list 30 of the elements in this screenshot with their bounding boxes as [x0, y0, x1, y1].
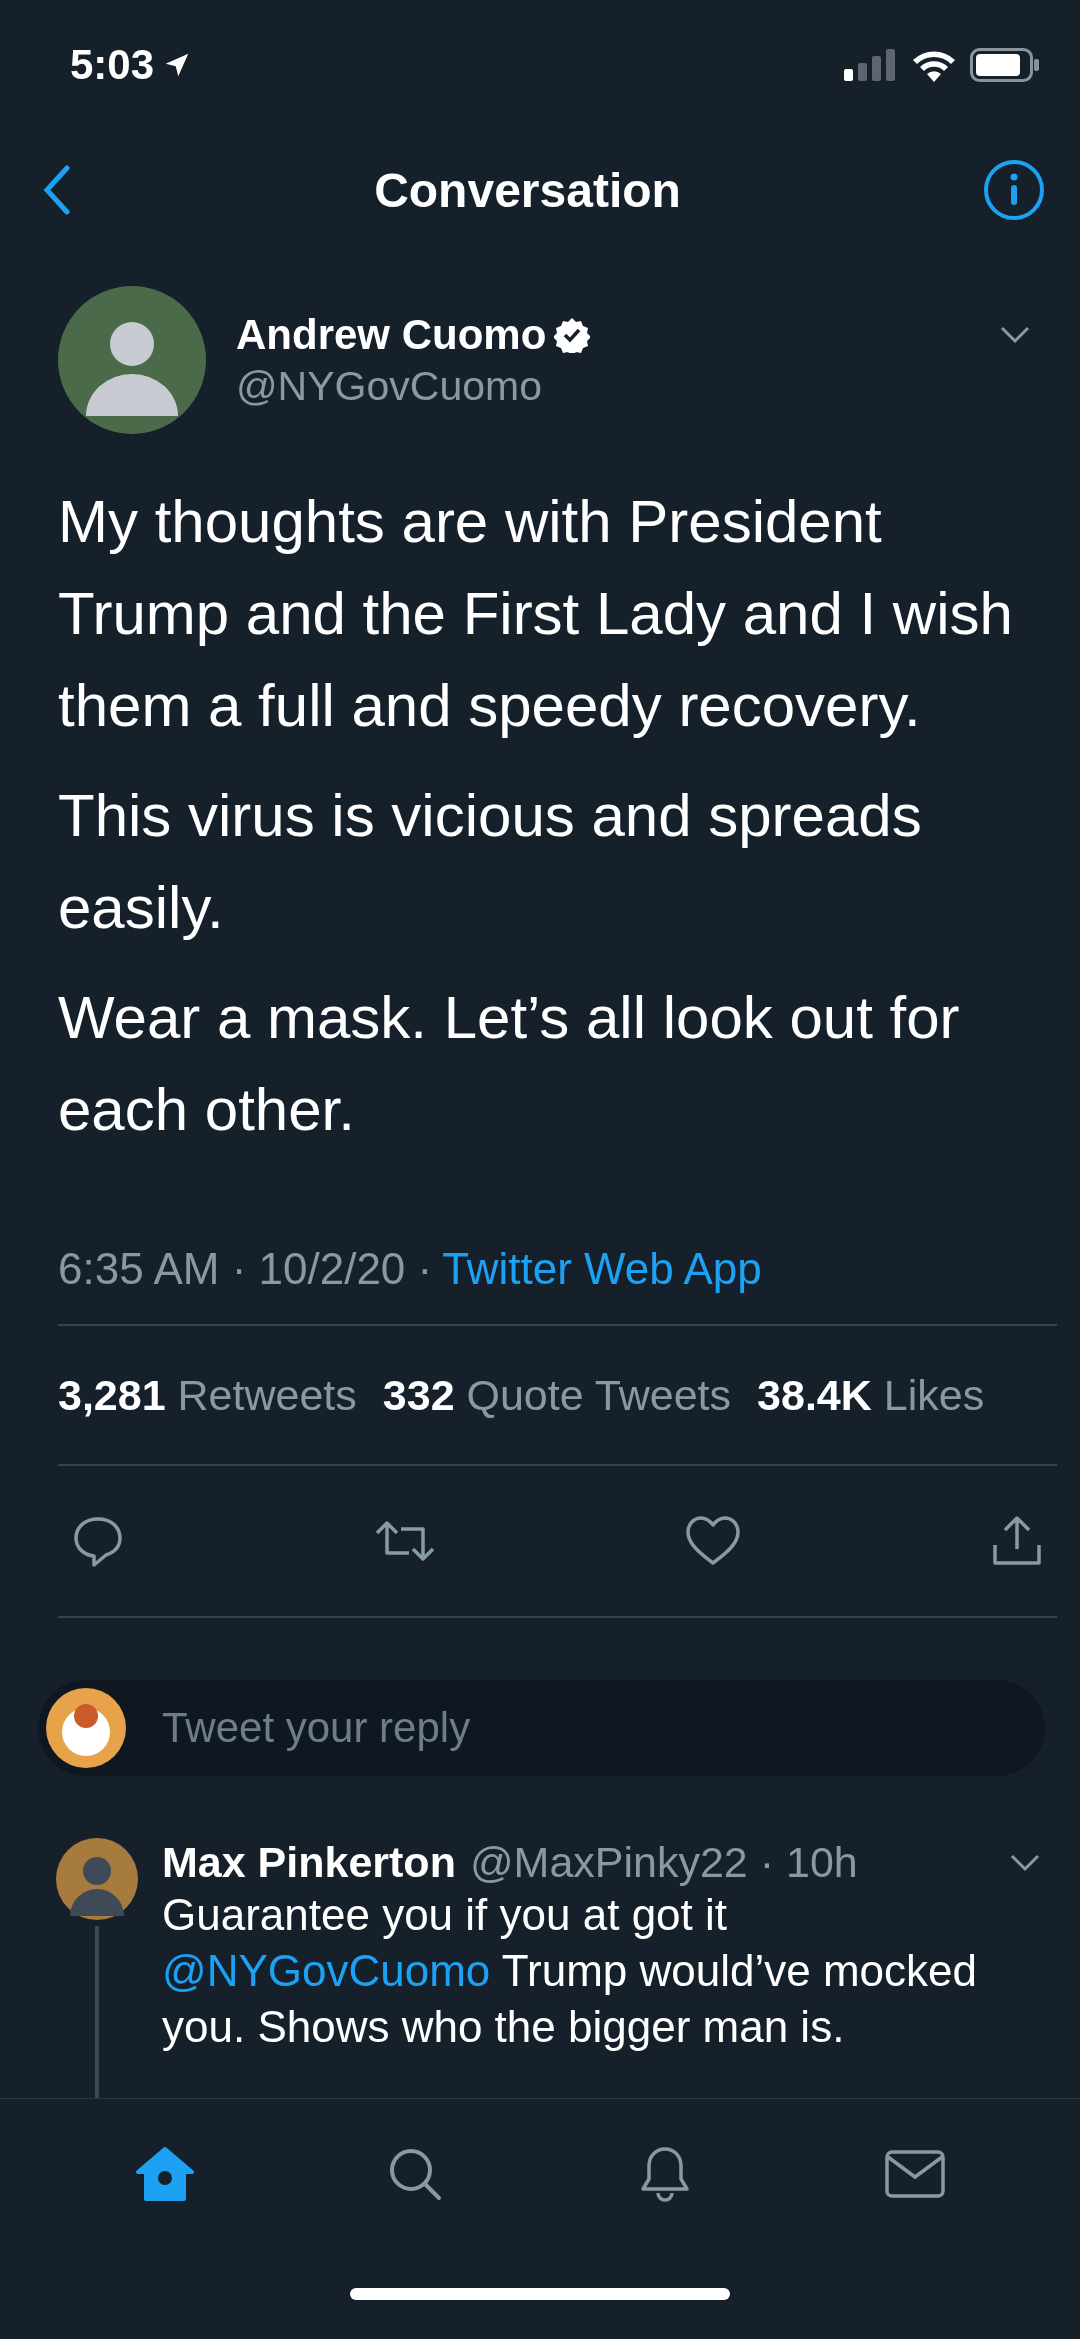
page-title: Conversation: [374, 162, 681, 218]
tweet-paragraph: My thoughts are with President Trump and the First Lady and I wish them a full and speedy recovery.: [58, 487, 1014, 741]
reply-text: Guarantee you if you at got it @NYGovCuomo Trump would’ve mocked you. Shows who the bigger man is.: [162, 1889, 978, 2053]
tweet-paragraph: Wear a mask. Let’s all look out for each other.: [58, 983, 961, 1145]
author-handle: @NYGovCuomo: [236, 362, 543, 410]
mail-icon[interactable]: [884, 2149, 946, 2199]
avatar[interactable]: [58, 286, 206, 434]
search-icon[interactable]: [387, 2146, 443, 2202]
stat-link[interactable]: 38.4K Likes: [757, 1370, 985, 1420]
tweet-timestamp: 6:35 AM · 10/2/20 ·: [58, 1244, 433, 1294]
signal-icon: [844, 49, 898, 81]
chevron-down-icon[interactable]: [1010, 1853, 1040, 1872]
wifi-icon: [912, 48, 956, 82]
chevron-down-icon[interactable]: [1000, 326, 1030, 344]
battery-icon: [970, 48, 1040, 82]
back-icon[interactable]: [42, 165, 72, 215]
author-name: Andrew Cuomo: [236, 310, 547, 359]
mention-link[interactable]: @NYGovCuomo: [162, 1946, 491, 1995]
reply-input-field[interactable]: Tweet your reply: [38, 1680, 1045, 1776]
stat-link[interactable]: 332 Quote Tweets: [382, 1370, 732, 1420]
home-icon[interactable]: [135, 2146, 195, 2202]
status-time: 5:03: [70, 41, 155, 89]
tweet-paragraph: This virus is vicious and spreads easily.: [58, 781, 923, 943]
bell-icon[interactable]: [639, 2145, 691, 2203]
stat-link[interactable]: 3,281 Retweets: [58, 1370, 357, 1420]
reply-handle-time: @MaxPinky22 · 10h: [469, 1838, 859, 1887]
reply-author-name: Max Pinkerton: [162, 1838, 456, 1887]
info-icon[interactable]: [983, 159, 1045, 221]
avatar[interactable]: [56, 1838, 138, 1920]
source-link[interactable]: Twitter Web App: [442, 1244, 762, 1294]
